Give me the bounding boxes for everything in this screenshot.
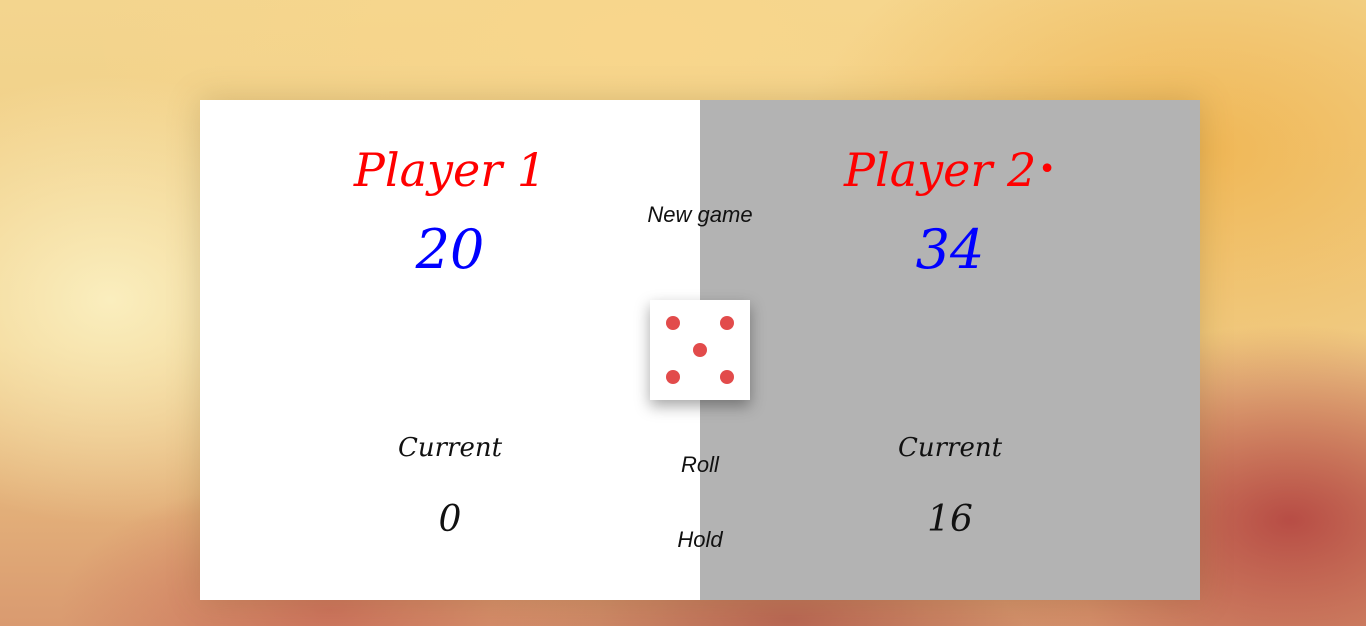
player-2-name: Player 2• [844,143,1056,197]
new-game-button[interactable]: New game [600,200,800,230]
dice-pip [666,370,680,384]
dice-pip [720,316,734,330]
roll-button[interactable]: Roll [600,450,800,480]
player-1-name: Player 1 [353,143,547,197]
active-player-dot-icon: • [1038,152,1056,187]
dice-pip [693,343,707,357]
dice-pip [666,316,680,330]
dice-icon [650,300,750,400]
dice-pip [720,370,734,384]
game-board: Player 1 20 Current 0 Player 2• 34 Curre… [200,100,1200,600]
hold-button[interactable]: Hold [600,525,800,555]
